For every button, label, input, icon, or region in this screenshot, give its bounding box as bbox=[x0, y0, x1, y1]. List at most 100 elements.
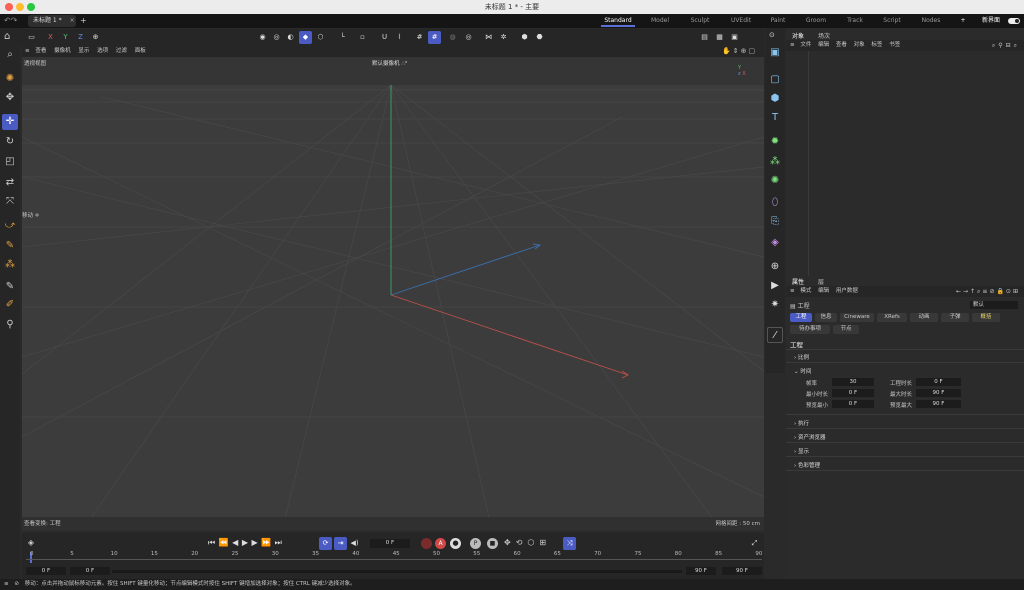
text-icon[interactable]: T bbox=[767, 110, 783, 126]
vp-menu-filter[interactable]: 过滤 bbox=[116, 48, 127, 54]
polygon-mode-icon[interactable]: ◆ bbox=[299, 31, 312, 44]
new-ui-toggle[interactable] bbox=[1008, 18, 1020, 24]
light-icon[interactable]: ✷ bbox=[767, 297, 783, 313]
grid-snap-icon[interactable]: # bbox=[413, 31, 426, 44]
solo-hierarchy-icon[interactable]: ◎ bbox=[462, 31, 475, 44]
vp-menu-panel[interactable]: 面板 bbox=[135, 48, 146, 54]
playback-range-icon[interactable]: ⇥ bbox=[334, 537, 347, 550]
loop-icon[interactable]: ⟳ bbox=[319, 537, 332, 550]
chip-animation[interactable]: 动画 bbox=[910, 313, 938, 322]
tab-objects[interactable]: 对象 bbox=[792, 31, 804, 40]
preview-max-field[interactable]: 90 F bbox=[916, 400, 961, 408]
home-icon[interactable]: ⌂ bbox=[4, 31, 10, 42]
preset-select[interactable]: 默认 bbox=[970, 301, 1018, 309]
preview-range-bar[interactable] bbox=[112, 570, 682, 573]
attr-hamburger-icon[interactable]: ≡ bbox=[790, 288, 795, 294]
knife-icon[interactable]: ✎ bbox=[2, 238, 18, 254]
texture-icon[interactable]: ▫ bbox=[356, 31, 369, 44]
object-hamburger-icon[interactable]: ≡ bbox=[790, 42, 795, 48]
magnet-icon[interactable]: U bbox=[378, 31, 391, 44]
obj-menu-bookmarks[interactable]: 书签 bbox=[889, 42, 900, 48]
transfer-icon[interactable]: ⇄ bbox=[2, 175, 18, 191]
null-object-icon[interactable]: ▢ bbox=[767, 72, 783, 88]
obj-menu-edit[interactable]: 编辑 bbox=[818, 42, 829, 48]
vp-menu-display[interactable]: 显示 bbox=[78, 48, 89, 54]
chip-bullet[interactable]: 子弹 bbox=[941, 313, 969, 322]
layout-groom[interactable]: Groom bbox=[802, 15, 830, 27]
vp-menu-camera[interactable]: 摄像机 bbox=[54, 48, 71, 54]
object-search-icons[interactable]: ⌕⚲⊟⌕ bbox=[992, 40, 1020, 51]
key-stop-icon[interactable]: ■ bbox=[487, 538, 498, 549]
attr-menu-userdata[interactable]: 用户数据 bbox=[836, 288, 858, 294]
layout-sculpt[interactable]: Sculpt bbox=[686, 15, 714, 27]
deformer-icon[interactable]: ⬯ bbox=[767, 195, 783, 211]
obj-menu-file[interactable]: 文件 bbox=[800, 42, 811, 48]
axis-x-lock[interactable]: X bbox=[44, 31, 57, 44]
environment-icon[interactable]: ⊕ bbox=[767, 259, 783, 275]
zoom-window-button[interactable] bbox=[27, 3, 35, 11]
cube-icon[interactable]: ⬢ bbox=[767, 91, 783, 107]
max-time-field[interactable]: 90 F bbox=[916, 389, 961, 397]
attr-menu-mode[interactable]: 模式 bbox=[800, 288, 811, 294]
start-frame-field[interactable]: 0 F bbox=[26, 567, 66, 575]
current-frame-field[interactable]: 0 F bbox=[370, 539, 410, 548]
hamburger-icon[interactable]: ≡ bbox=[25, 48, 30, 54]
keyframe-selection-icon[interactable]: ● bbox=[450, 538, 461, 549]
render-queue-icon[interactable]: ▣ bbox=[728, 31, 741, 44]
paint-icon[interactable]: ✐ bbox=[2, 297, 18, 313]
tab-attributes[interactable]: 属性 bbox=[792, 277, 804, 286]
live-select-icon[interactable]: ✺ bbox=[2, 71, 18, 87]
obj-menu-view[interactable]: 查看 bbox=[836, 42, 847, 48]
camera-object-icon[interactable]: ⎘ bbox=[767, 214, 783, 230]
model-mode-icon[interactable]: ◉ bbox=[256, 31, 269, 44]
symmetry-icon[interactable]: ⋈ bbox=[482, 31, 495, 44]
fcurve-icon[interactable]: ⤢ bbox=[748, 537, 761, 550]
chip-project[interactable]: 工程 bbox=[790, 313, 812, 322]
edge-mode-icon[interactable]: ⬡ bbox=[314, 31, 327, 44]
render-region-icon[interactable]: ▤ bbox=[698, 31, 711, 44]
tweak-icon[interactable]: ✥ bbox=[2, 90, 18, 106]
tab-layers[interactable]: 层 bbox=[818, 277, 824, 286]
solo-icon[interactable]: ◍ bbox=[446, 31, 459, 44]
chip-cineware[interactable]: Cineware bbox=[840, 313, 874, 322]
measure-icon[interactable]: ⚲ bbox=[2, 317, 18, 333]
panel-options-icon[interactable]: ⊙ bbox=[769, 31, 775, 39]
group-scale[interactable]: › 比例 bbox=[794, 353, 809, 361]
spline-pen-icon[interactable]: ⤻ bbox=[2, 218, 18, 234]
chip-xrefs[interactable]: XRefs bbox=[877, 313, 907, 322]
explorer-icon[interactable]: ▣ bbox=[767, 45, 783, 61]
camera-add-icon[interactable]: ▶ bbox=[767, 278, 783, 294]
generator-icon[interactable]: ✹ bbox=[767, 134, 783, 150]
axis-z-lock[interactable]: Z bbox=[74, 31, 87, 44]
key-track-icons[interactable]: ✥⟲⬡⊞ bbox=[504, 537, 551, 549]
new-tab-button[interactable]: + bbox=[80, 15, 87, 27]
fps-field[interactable]: 30 bbox=[832, 378, 874, 386]
attr-nav-icons[interactable]: ←→↑⌕≡⊘🔒⊙⊞ bbox=[956, 286, 1020, 297]
group-display[interactable]: › 显示 bbox=[794, 447, 809, 455]
group-color-management[interactable]: › 色彩管理 bbox=[794, 461, 820, 469]
preview-min-field[interactable]: 0 F bbox=[832, 400, 874, 408]
search-icon[interactable]: ⌕ bbox=[2, 47, 18, 63]
end-frame-field[interactable]: 90 F bbox=[722, 567, 762, 575]
camera-selector[interactable]: 默认摄像机 ∴° bbox=[372, 59, 408, 67]
project-time-field[interactable]: 0 F bbox=[916, 378, 961, 386]
axis-y-lock[interactable]: Y bbox=[59, 31, 72, 44]
point-mode-icon[interactable]: ◐ bbox=[284, 31, 297, 44]
coordinate-system-icon[interactable]: ⊕ bbox=[89, 31, 102, 44]
chip-info[interactable]: 信息 bbox=[815, 313, 837, 322]
close-window-button[interactable] bbox=[5, 3, 13, 11]
sound-icon[interactable]: ◀) bbox=[348, 537, 361, 550]
obj-menu-object[interactable]: 对象 bbox=[854, 42, 865, 48]
render-settings-icon[interactable]: ⬣ bbox=[533, 31, 546, 44]
layout-uvedit[interactable]: UVEdit bbox=[726, 15, 756, 27]
group-time[interactable]: ⌄ 时间 bbox=[794, 367, 811, 375]
group-asset-browser[interactable]: › 资产浏览器 bbox=[794, 433, 825, 441]
layout-standard[interactable]: Standard bbox=[601, 15, 635, 27]
settings-gear-icon[interactable]: ✲ bbox=[497, 31, 510, 44]
brush-icon[interactable]: ✎ bbox=[2, 279, 18, 295]
cloner-icon[interactable]: ⁂ bbox=[767, 154, 783, 170]
render-view-icon[interactable]: ⬢ bbox=[518, 31, 531, 44]
layout-track[interactable]: Track bbox=[842, 15, 868, 27]
layout-script[interactable]: Script bbox=[878, 15, 906, 27]
group-execute[interactable]: › 执行 bbox=[794, 419, 809, 427]
